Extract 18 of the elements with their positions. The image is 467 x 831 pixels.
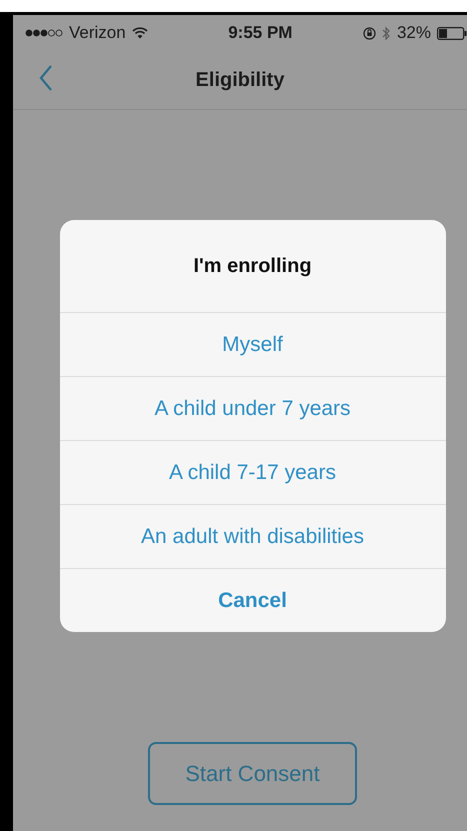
back-chevron-icon bbox=[39, 65, 53, 91]
dialog-option[interactable]: Myself bbox=[60, 312, 446, 376]
dialog-option[interactable]: A child 7-17 years bbox=[60, 440, 446, 504]
dialog-title: I'm enrolling bbox=[192, 254, 313, 278]
bluetooth-icon bbox=[382, 26, 391, 40]
dialog-option[interactable]: A child under 7 years bbox=[60, 376, 446, 440]
cancel-button[interactable]: Cancel bbox=[60, 568, 446, 632]
screen-title: Eligibility bbox=[196, 68, 284, 92]
wifi-icon bbox=[132, 27, 148, 39]
dialog-option[interactable]: An adult with disabilities bbox=[60, 504, 446, 568]
back-button[interactable] bbox=[39, 65, 53, 91]
battery-icon bbox=[436, 26, 467, 40]
rotation-lock-icon bbox=[362, 26, 376, 40]
battery-percent: 32% bbox=[396, 23, 431, 43]
status-time: 9:55 PM bbox=[228, 23, 292, 43]
signal-icon bbox=[25, 29, 63, 37]
carrier-name: Verizon bbox=[69, 23, 126, 43]
start-consent-button[interactable]: Start Consent bbox=[148, 742, 357, 805]
